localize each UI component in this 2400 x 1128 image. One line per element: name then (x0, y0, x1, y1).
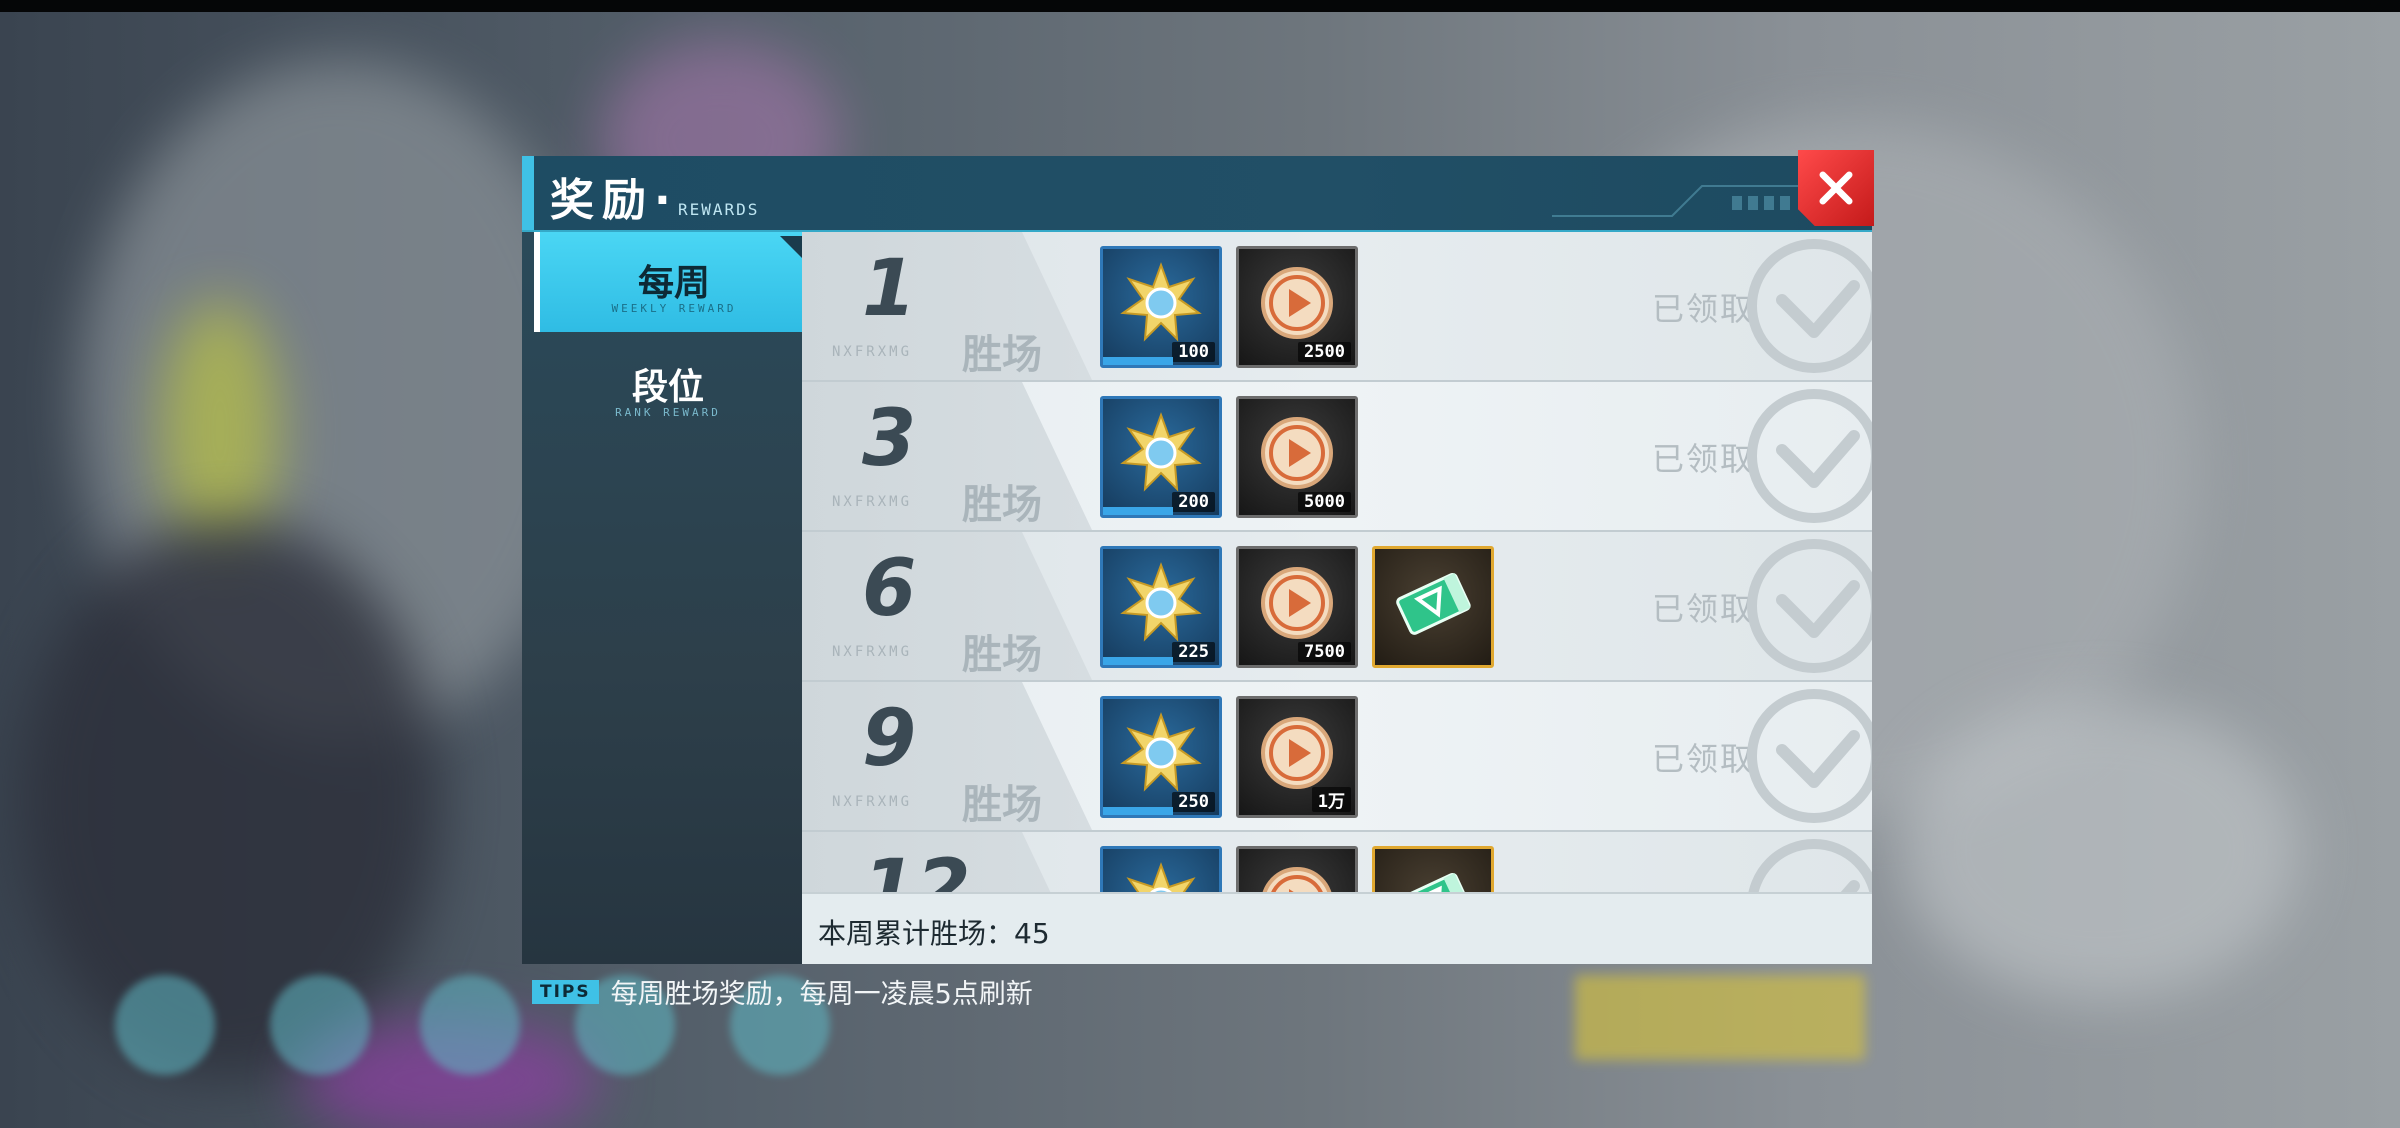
reward-item[interactable]: 5000 (1236, 396, 1358, 518)
reward-item[interactable] (1372, 846, 1494, 892)
row-wins-unit: 胜场 (962, 632, 1042, 678)
reward-quantity: 225 (1172, 642, 1215, 662)
tab-rank-label: 段位 (631, 367, 704, 408)
reward-quantity: 7500 (1298, 642, 1351, 662)
row-code: NXFRXMG (832, 494, 913, 510)
reward-row: 1 NXFRXMG 胜场 100 2500 已领取 (802, 232, 1872, 382)
tab-rank-sublabel: RANK REWARD (615, 406, 721, 419)
reward-list[interactable]: 1 NXFRXMG 胜场 100 2500 已领取 3 NXFRXMG 胜场 200 5000 已领取… (802, 232, 1872, 892)
reward-row: 12NXFRXMG胜场已领取 (802, 832, 1872, 892)
rewards-dialog: 奖励· REWARDS 每周 WEEKLY REWARD 段位 RANK REW… (522, 150, 1874, 964)
dialog-header: 奖励· REWARDS (522, 156, 1872, 232)
close-icon (1819, 171, 1853, 205)
weekly-wins-total: 本周累计胜场：45 (818, 917, 1050, 950)
claimed-status: 已领取 (1652, 590, 1755, 628)
tips-text: 每周胜场奖励，每周一凌晨5点刷新 (610, 979, 1033, 1010)
reward-item[interactable]: 250 (1100, 696, 1222, 818)
close-button[interactable] (1798, 150, 1874, 226)
status-bar (0, 0, 2400, 12)
reward-item[interactable]: 7500 (1236, 546, 1358, 668)
reward-quantity: 250 (1172, 792, 1215, 812)
reward-item[interactable]: 225 (1100, 546, 1222, 668)
row-wins-number: 3 (862, 394, 917, 484)
reward-list-panel: 1 NXFRXMG 胜场 100 2500 已领取 3 NXFRXMG 胜场 200 5000 已领取… (802, 232, 1872, 964)
tab-weekly-label: 每周 (637, 263, 710, 304)
row-code: NXFRXMG (832, 794, 913, 810)
claimed-status: 已领取 (1652, 440, 1755, 478)
row-wins-number: 1 (862, 244, 917, 334)
claimed-status: 已领取 (1652, 740, 1755, 778)
claimed-check-icon (1748, 839, 1872, 892)
tips-badge: TIPS (532, 979, 599, 1004)
reward-row: 3 NXFRXMG 胜场 200 5000 已领取 (802, 382, 1872, 532)
tab-weekly[interactable]: 每周 WEEKLY REWARD (534, 232, 808, 332)
reward-row: 9 NXFRXMG 胜场 250 1万 已领取 (802, 682, 1872, 832)
tips-bar: TIPS 每周胜场奖励，每周一凌晨5点刷新 (532, 972, 1033, 1011)
sidebar: 每周 WEEKLY REWARD 段位 RANK REWARD (522, 232, 808, 964)
summary-bar: 本周累计胜场：45 (802, 892, 1872, 964)
reward-item[interactable] (1100, 846, 1222, 892)
row-wins-number: 9 (862, 694, 917, 784)
row-wins-unit: 胜场 (962, 782, 1042, 828)
row-wins-number: 12 (862, 844, 971, 892)
reward-item[interactable]: 100 (1100, 246, 1222, 368)
reward-quantity: 2500 (1298, 342, 1351, 362)
claimed-status: 已领取 (1652, 290, 1755, 328)
dialog-subtitle: REWARDS (678, 200, 760, 219)
reward-item[interactable]: 2500 (1236, 246, 1358, 368)
row-code: NXFRXMG (832, 344, 913, 360)
tab-weekly-sublabel: WEEKLY REWARD (611, 302, 737, 315)
claimed-check-icon (1747, 239, 1872, 373)
claimed-status: 已领取 (1652, 884, 1754, 892)
tab-rank[interactable]: 段位 RANK REWARD (534, 336, 802, 436)
claimed-check-icon (1747, 689, 1872, 823)
row-wins-unit: 胜场 (962, 332, 1042, 378)
reward-item[interactable] (1236, 846, 1358, 892)
reward-quantity: 200 (1172, 492, 1215, 512)
reward-quantity: 100 (1172, 342, 1215, 362)
reward-item[interactable] (1372, 546, 1494, 668)
row-code: NXFRXMG (832, 644, 913, 660)
reward-quantity: 5000 (1298, 492, 1351, 512)
row-wins-number: 6 (862, 544, 917, 634)
circuit-decoration (1552, 185, 1812, 217)
dialog-title: 奖励· (550, 175, 679, 226)
row-wins-unit: 胜场 (962, 482, 1042, 528)
claimed-check-icon (1747, 539, 1872, 673)
reward-item[interactable]: 1万 (1236, 696, 1358, 818)
reward-item[interactable]: 200 (1100, 396, 1222, 518)
claimed-check-icon (1747, 389, 1872, 523)
reward-row: 6 NXFRXMG 胜场 225 7500 已领取 (802, 532, 1872, 682)
reward-quantity: 1万 (1311, 787, 1351, 812)
